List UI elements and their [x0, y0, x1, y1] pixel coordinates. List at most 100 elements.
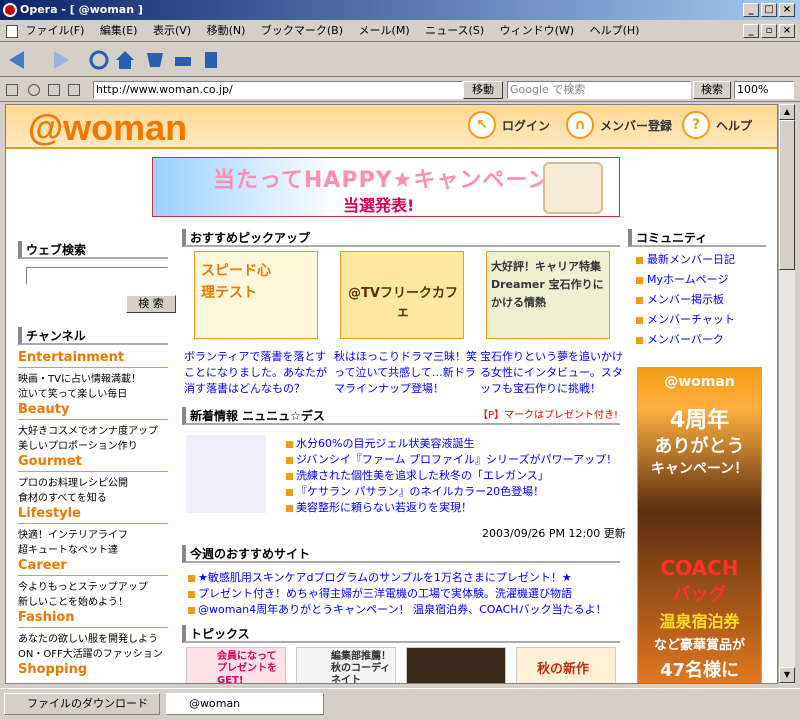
help-link[interactable]: ヘルプ	[716, 117, 752, 134]
topics-heading: トピックス	[182, 625, 620, 643]
campaign-banner[interactable]: 当たってHAPPY★キャンペーン 当選発表!	[152, 157, 620, 217]
channel-fashion[interactable]: Fashion	[18, 610, 75, 625]
weekly-item[interactable]: プレゼント付き！めちゃ得主婦が三洋電機の工場で実体験。洗濯機選び物語	[188, 585, 572, 601]
woman-logo[interactable]: @woman	[28, 109, 278, 147]
home-icon[interactable]	[114, 49, 136, 71]
forward-icon[interactable]	[50, 49, 72, 71]
ad-line: 温泉宿泊券	[659, 612, 740, 631]
downloads-tab[interactable]: ファイルのダウンロード	[4, 693, 160, 715]
scroll-up-icon[interactable]: ▲	[779, 104, 795, 120]
community-item[interactable]: メンバーパーク	[636, 331, 724, 347]
channel-entertainment[interactable]: Entertainment	[18, 350, 124, 365]
search-button[interactable]: 検索	[693, 81, 731, 99]
opera-icon	[3, 3, 17, 17]
login-icon[interactable]: ↖	[468, 111, 496, 139]
channel-sub[interactable]: 超キュートなペット達	[18, 541, 118, 556]
menu-edit[interactable]: 編集(E)	[100, 24, 138, 37]
print-preview-icon	[48, 84, 60, 96]
menu-file[interactable]: ファイル(F)	[26, 24, 85, 37]
menu-news[interactable]: ニュース(S)	[425, 24, 484, 37]
news-item[interactable]: ジバンシイ『ファーム プロファイル』シリーズがパワーアップ！	[286, 451, 617, 467]
menu-navigate[interactable]: 移動(N)	[207, 24, 246, 37]
ad-line: バッグ	[672, 584, 727, 605]
menu-mail[interactable]: メール(M)	[359, 24, 410, 37]
minimize-button[interactable]: _	[743, 3, 759, 17]
channel-lifestyle[interactable]: Lifestyle	[18, 506, 81, 521]
login-link[interactable]: ログイン	[502, 117, 550, 134]
search-input[interactable]: Google で検索	[507, 81, 691, 99]
channel-career[interactable]: Career	[18, 558, 67, 573]
help-icon[interactable]: ?	[682, 111, 710, 139]
topic-image-3[interactable]	[406, 647, 506, 683]
topic-image-4[interactable]: 秋の新作	[516, 647, 616, 683]
present-note: 【P】マークはプレゼント付き!	[477, 410, 618, 421]
channel-sub[interactable]: 大好きコスメでオンナ度アップ	[18, 422, 158, 437]
doc-minimize-button[interactable]: _	[743, 24, 759, 38]
doc-close-button[interactable]: ×	[779, 24, 795, 38]
title-bar: Opera - [ @woman ] _ □ ×	[0, 0, 800, 20]
pickup-image-3[interactable]: 大好評！キャリア特集 Dreamer 宝石作りにかける情熱	[486, 251, 610, 339]
hotlist-icon[interactable]	[144, 49, 166, 71]
maximize-button[interactable]: □	[761, 3, 777, 17]
page-tab[interactable]: @woman	[166, 693, 324, 715]
community-heading: コミュニティ	[628, 229, 766, 247]
news-item[interactable]: 美容整形に頼らない若返りを実現！	[286, 499, 472, 515]
channel-sub[interactable]: 快適！インテリアライフ	[18, 526, 128, 541]
scroll-thumb[interactable]	[779, 120, 795, 270]
product-image	[186, 435, 266, 513]
pickup-image-1[interactable]: スピード心理テスト	[194, 251, 318, 339]
community-item[interactable]: Myホームページ	[636, 271, 728, 287]
page-icon[interactable]	[200, 49, 222, 71]
reload-icon[interactable]	[88, 49, 110, 71]
pickup-text-1[interactable]: ボランティアで落書を落とすことになりました。あなたが消す落書はどんなもの？	[184, 349, 329, 397]
web-search-button[interactable]: 検 索	[126, 295, 176, 313]
channel-sub[interactable]: ON・OFF大活躍のファッション	[18, 645, 163, 660]
news-item[interactable]: 『ケサラン パサラン』のネイルカラー20色登場！	[286, 483, 544, 499]
anniversary-ad[interactable]: @woman 4周年 ありがとう キャンペーン！ COACH バッグ 温泉宿泊券…	[637, 367, 762, 683]
channel-sub[interactable]: プロのお料理レシピ公開	[18, 474, 128, 489]
go-button[interactable]: 移動	[463, 81, 503, 99]
community-item[interactable]: 最新メンバー日記	[636, 251, 735, 267]
channel-sub[interactable]: 今よりもっとステップアップ	[18, 578, 148, 593]
member-icon[interactable]: ∩	[566, 111, 594, 139]
channel-sub[interactable]: 新しいことを始めよう！	[18, 593, 128, 608]
doc-restore-button[interactable]: ▫	[761, 24, 777, 38]
zoom-select[interactable]: 100%	[734, 81, 794, 99]
topic-image-2[interactable]: 編集部推薦！秋のコーディネイト	[296, 647, 396, 684]
channel-sub[interactable]: 美しいプロポーション作り	[18, 437, 138, 452]
channel-beauty[interactable]: Beauty	[18, 402, 69, 417]
channel-sub[interactable]: あなたの欲しい服を開発しよう	[18, 630, 158, 645]
community-item[interactable]: メンバーチャット	[636, 311, 735, 327]
print-icon[interactable]	[172, 49, 194, 71]
topic-image-1[interactable]: 会員になってプレゼントをGET!	[186, 647, 286, 683]
channel-sub[interactable]: 食材のすべてを知る	[18, 489, 107, 504]
back-icon[interactable]	[6, 49, 28, 71]
page-info-icon	[68, 84, 80, 96]
menu-bookmarks[interactable]: ブックマーク(B)	[261, 24, 343, 37]
menu-view[interactable]: 表示(V)	[153, 24, 191, 37]
menu-help[interactable]: ヘルプ(H)	[590, 24, 640, 37]
community-item[interactable]: メンバー掲示板	[636, 291, 724, 307]
web-search-input[interactable]	[26, 267, 168, 285]
pickup-text-2[interactable]: 秋はほっこりドラマ三昧！笑って泣いて共感して…新ドラマラインナップ登場！	[334, 349, 479, 397]
channel-shopping[interactable]: Shopping	[18, 662, 87, 677]
news-item[interactable]: 水分60%の目元ジェル状美容液誕生	[286, 435, 474, 451]
weekly-item[interactable]: @woman4周年ありがとうキャンペーン！ 温泉宿泊券、COACHバック当たるよ…	[188, 601, 607, 617]
weekly-item[interactable]: ★敏感肌用スキンケアdプログラムのサンプルを1万名さまにプレゼント！★	[188, 569, 572, 585]
pickup-image-2[interactable]: @TVフリークカフェ	[340, 251, 464, 339]
channel-sub[interactable]: 映画・TVに占い情報満載！	[18, 370, 141, 385]
vertical-scrollbar[interactable]: ▲ ▼	[778, 104, 795, 684]
address-input[interactable]: http://www.woman.co.jp/	[93, 81, 463, 99]
topic-label: 編集部推薦！秋のコーディネイト	[331, 651, 391, 684]
close-button[interactable]: ×	[779, 3, 795, 17]
divider	[18, 471, 168, 472]
pickup-text-3[interactable]: 宝石作りという夢を追いかける女性にインタビュー。スタッフも宝石作りに挑戦！	[480, 349, 625, 397]
news-item[interactable]: 洗練された個性美を追求した秋冬の「エレガンス」	[286, 467, 549, 483]
navigation-toolbar	[0, 43, 800, 77]
channel-sub[interactable]: 泣いて笑って楽しい毎日	[18, 385, 127, 400]
pickup-image-label: @TVフリークカフェ	[348, 286, 458, 320]
scroll-down-icon[interactable]: ▼	[779, 667, 795, 683]
channel-gourmet[interactable]: Gourmet	[18, 454, 82, 469]
member-register-link[interactable]: メンバー登録	[600, 117, 672, 134]
menu-window[interactable]: ウィンドウ(W)	[500, 24, 574, 37]
